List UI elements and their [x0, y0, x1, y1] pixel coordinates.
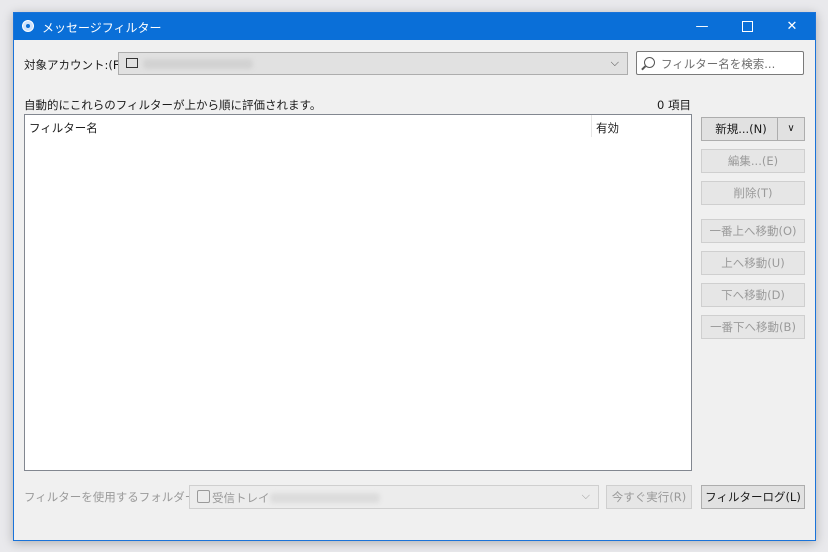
edit-button[interactable]: 編集...(E): [701, 149, 805, 173]
filter-list[interactable]: フィルター名 有効: [24, 114, 692, 471]
search-placeholder: フィルター名を検索...: [661, 57, 776, 71]
evaluation-order-text: 自動的にこれらのフィルターが上から順に評価されます。: [24, 98, 322, 112]
account-mail-icon: [126, 58, 138, 68]
folder-value: 受信トレイ: [212, 491, 270, 505]
account-name-redacted: [143, 59, 253, 69]
new-filter-button[interactable]: 新規...(N): [702, 118, 780, 140]
run-now-button[interactable]: 今すぐ実行(R): [606, 485, 692, 509]
maximize-icon: [741, 21, 753, 32]
chevron-down-icon: ⌵: [610, 56, 619, 69]
account-label: 対象アカウント:(F): [24, 58, 124, 72]
column-header-filter-name[interactable]: フィルター名: [29, 120, 98, 136]
app-icon: [22, 20, 34, 32]
folder-account-redacted: [270, 493, 380, 503]
new-filter-split-button[interactable]: 新規...(N) ∨: [701, 117, 805, 141]
window-title: メッセージフィルター: [42, 21, 162, 35]
close-button[interactable]: ✕: [769, 13, 815, 40]
move-up-button[interactable]: 上へ移動(U): [701, 251, 805, 275]
delete-button[interactable]: 削除(T): [701, 181, 805, 205]
item-count: 0 項目: [657, 98, 691, 112]
account-select[interactable]: ⌵: [118, 52, 628, 75]
filter-search-input[interactable]: フィルター名を検索...: [636, 51, 804, 75]
column-divider[interactable]: [591, 115, 592, 137]
column-header-enabled[interactable]: 有効: [596, 120, 619, 136]
title-bar: メッセージフィルター — ✕: [14, 13, 815, 40]
move-down-button[interactable]: 下へ移動(D): [701, 283, 805, 307]
move-to-bottom-button[interactable]: 一番下へ移動(B): [701, 315, 805, 339]
minimize-button[interactable]: —: [679, 13, 725, 40]
maximize-button[interactable]: [724, 13, 770, 40]
chevron-down-icon: ⌵: [581, 489, 590, 502]
message-filter-window: メッセージフィルター — ✕ 対象アカウント:(F) ⌵ フィルター名を検索..…: [13, 12, 816, 541]
move-to-top-button[interactable]: 一番上へ移動(O): [701, 219, 805, 243]
folder-select[interactable]: 受信トレイ ⌵: [189, 485, 599, 509]
inbox-icon: [197, 490, 210, 503]
new-filter-dropdown-arrow[interactable]: ∨: [777, 118, 804, 140]
filter-log-button[interactable]: フィルターログ(L): [701, 485, 805, 509]
search-icon: [644, 57, 655, 68]
